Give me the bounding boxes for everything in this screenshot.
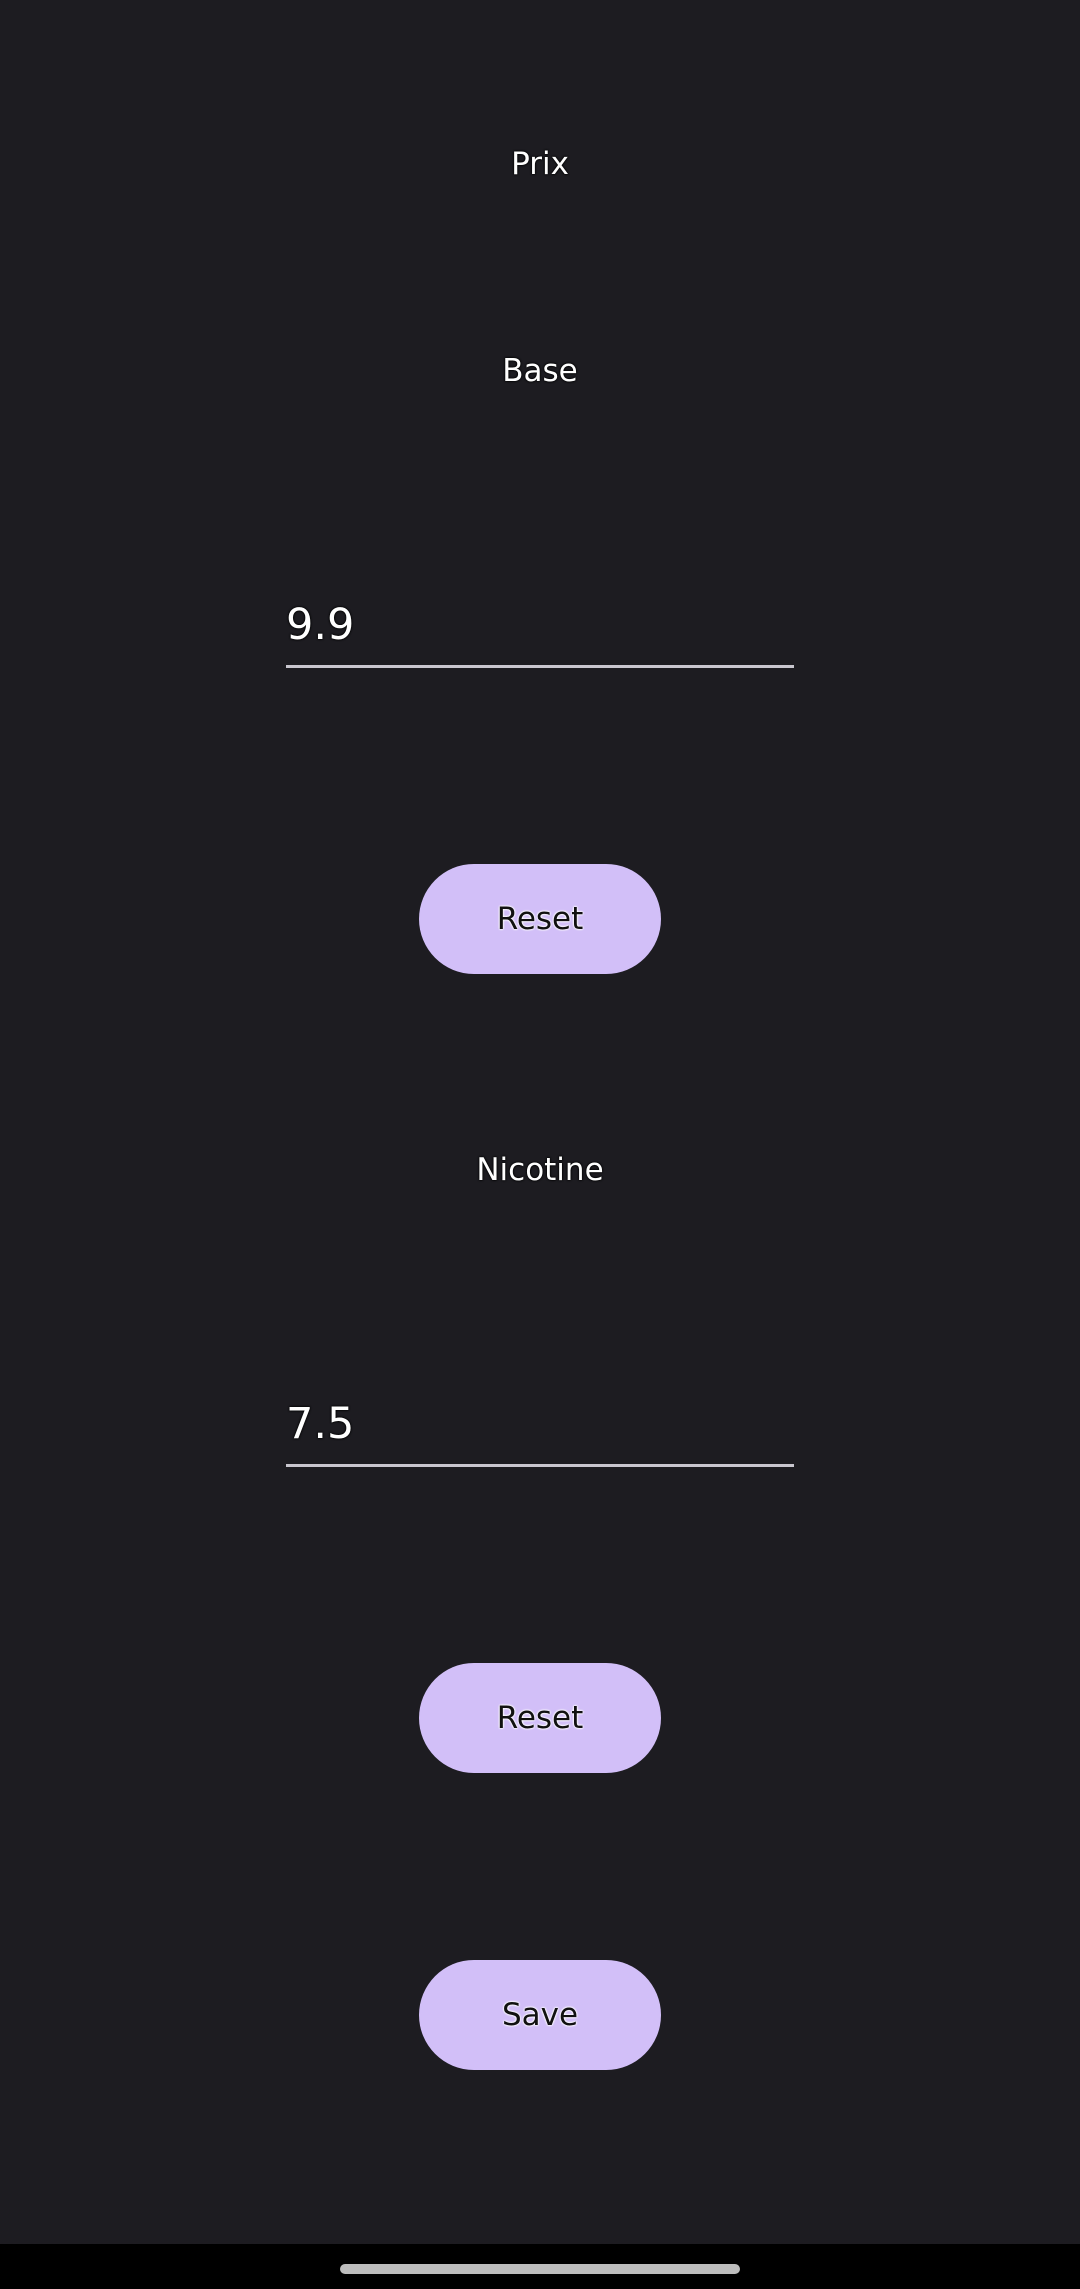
nicotine-price-field[interactable]: 7.5	[286, 1387, 794, 1467]
nicotine-section-label: Nicotine	[476, 1152, 604, 1188]
nicotine-price-value: 7.5	[286, 1399, 355, 1449]
nicotine-reset-label: Reset	[496, 1700, 584, 1736]
page-title: Prix	[511, 146, 569, 182]
home-gesture-handle[interactable]	[340, 2264, 740, 2274]
save-button[interactable]: Save	[419, 1960, 661, 2070]
save-label: Save	[501, 1997, 579, 2033]
base-reset-label: Reset	[496, 901, 584, 937]
base-reset-button[interactable]: Reset	[419, 864, 661, 974]
nicotine-reset-button[interactable]: Reset	[419, 1663, 661, 1773]
base-price-field[interactable]: 9.9	[286, 588, 794, 668]
system-navigation-bar	[0, 2244, 1080, 2289]
base-section-label: Base	[502, 353, 578, 389]
base-price-value: 9.9	[286, 600, 355, 650]
